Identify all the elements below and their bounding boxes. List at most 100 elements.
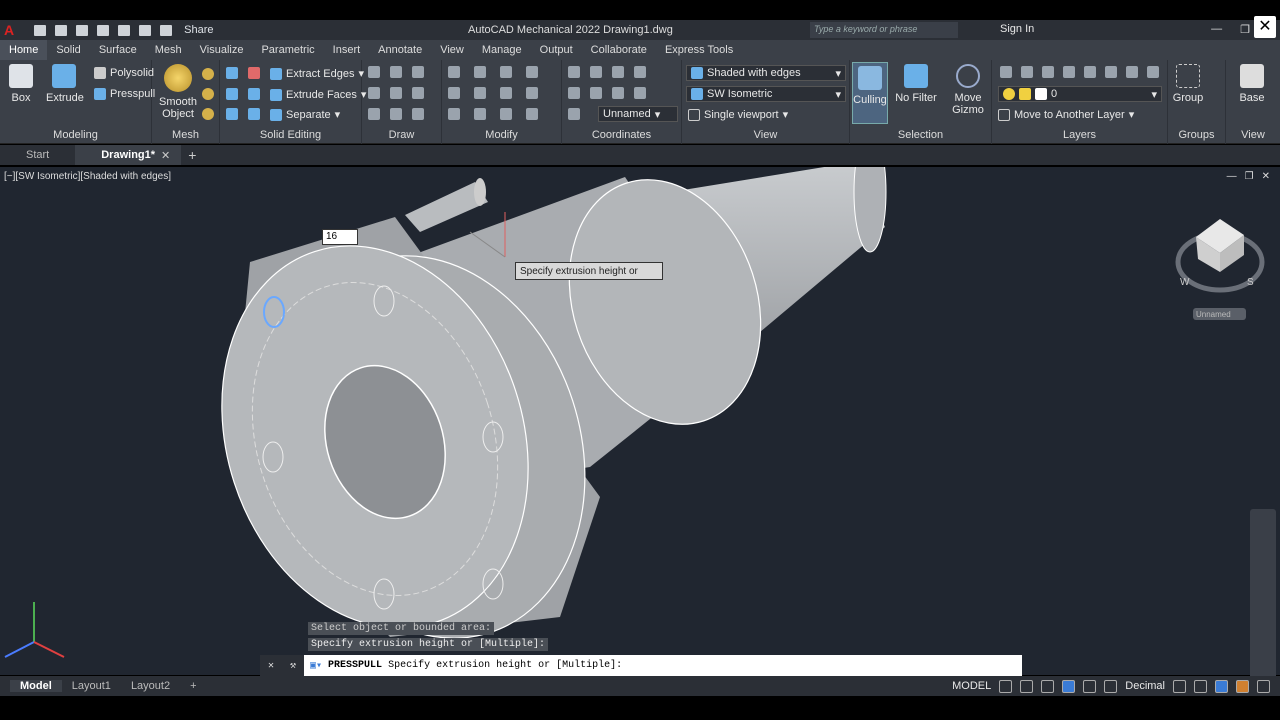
search-input[interactable]: Type a keyword or phrase: [810, 22, 958, 38]
groups-panel-title[interactable]: Groups: [1168, 129, 1225, 141]
draw-panel-title[interactable]: Draw: [362, 129, 441, 141]
model-3d-view[interactable]: W S Unnamed: [0, 167, 1280, 675]
layer-off-icon[interactable]: [1021, 66, 1033, 78]
drawing-viewport[interactable]: [−][SW Isometric][Shaded with edges] — ❐…: [0, 167, 1280, 679]
new-file-icon[interactable]: [34, 24, 47, 36]
ucs-icon-toggle[interactable]: [568, 108, 580, 120]
view-dropdown[interactable]: SW Isometric ▾: [686, 86, 846, 102]
units-dropdown[interactable]: Decimal: [1125, 680, 1165, 692]
clean-screen-icon[interactable]: [1236, 679, 1249, 693]
save-as-icon[interactable]: [97, 24, 110, 36]
ribbon-tab-annotate[interactable]: Annotate: [369, 44, 431, 56]
command-line[interactable]: ✕ ⚒ ▣▾ PRESSPULL Specify extrusion height…: [260, 655, 1022, 676]
extract-edges-button[interactable]: Extract Edges ▾: [270, 67, 364, 80]
coordinates-panel-title[interactable]: Coordinates: [562, 129, 681, 141]
ribbon-tab-express-tools[interactable]: Express Tools: [656, 44, 742, 56]
culling-button[interactable]: Culling: [852, 62, 888, 124]
smooth-object-button[interactable]: Smooth Object: [158, 64, 198, 120]
array-icon[interactable]: [448, 87, 460, 99]
close-icon[interactable]: ✕: [1254, 16, 1276, 38]
viewcube[interactable]: W S: [1175, 219, 1265, 293]
ucs-dropdown[interactable]: Unnamed ▾: [598, 106, 678, 122]
extrude-button[interactable]: Extrude: [46, 64, 84, 104]
ribbon-tab-manage[interactable]: Manage: [473, 44, 531, 56]
ribbon-tab-home[interactable]: Home: [0, 40, 48, 60]
polysolid-button[interactable]: Polysolid: [94, 67, 154, 79]
layer-dropdown[interactable]: 0 ▾: [998, 86, 1162, 102]
modify-panel-title[interactable]: Modify: [442, 129, 561, 141]
snap-icon[interactable]: [1020, 679, 1034, 693]
arc-icon[interactable]: [412, 66, 424, 78]
annotation-icon[interactable]: [1173, 679, 1186, 693]
layer-isolate-icon[interactable]: [1042, 66, 1054, 78]
mesh-uncrease-icon[interactable]: [202, 108, 214, 120]
restore-icon[interactable]: ❐: [1240, 23, 1250, 36]
union-icon[interactable]: [226, 67, 238, 79]
layer-thaw-icon[interactable]: [1147, 66, 1159, 78]
no-filter-button[interactable]: No Filter: [894, 64, 938, 104]
modeling-panel-title[interactable]: Modeling: [0, 129, 151, 141]
thicken-icon[interactable]: [248, 108, 260, 120]
isolate-icon[interactable]: [1194, 679, 1207, 693]
add-layout-icon[interactable]: +: [180, 680, 206, 692]
move-gizmo-button[interactable]: Move Gizmo: [948, 64, 988, 116]
navigation-bar[interactable]: [1250, 509, 1276, 679]
solid-editing-panel-title[interactable]: Solid Editing: [220, 129, 361, 141]
viewport-config-button[interactable]: Single viewport ▾: [688, 108, 788, 121]
line-icon[interactable]: [368, 66, 380, 78]
base-button[interactable]: Base: [1236, 64, 1268, 104]
slice-icon[interactable]: [226, 108, 238, 120]
customize-icon[interactable]: [1257, 679, 1270, 693]
view-panel-title[interactable]: View: [682, 129, 849, 141]
save-icon[interactable]: [76, 24, 89, 36]
undo-icon[interactable]: [139, 24, 152, 36]
dynamic-input-field[interactable]: 16: [322, 229, 358, 245]
share-button[interactable]: Share: [184, 24, 213, 36]
ellipse-icon[interactable]: [412, 108, 424, 120]
separate-button[interactable]: Separate ▾: [270, 108, 340, 121]
erase-icon[interactable]: [474, 108, 486, 120]
scale-icon[interactable]: [526, 66, 538, 78]
model-space-button[interactable]: MODEL: [952, 680, 991, 692]
rotate-icon[interactable]: [474, 66, 486, 78]
new-tab-icon[interactable]: +: [188, 147, 196, 163]
sign-in-button[interactable]: Sign In: [1000, 23, 1034, 35]
redo-icon[interactable]: [160, 24, 173, 36]
subtract-icon[interactable]: [248, 67, 260, 79]
ribbon-tab-visualize[interactable]: Visualize: [191, 44, 253, 56]
close-tab-icon[interactable]: ✕: [161, 149, 170, 162]
mesh-crease-icon[interactable]: [202, 88, 214, 100]
hardware-accel-icon[interactable]: [1215, 679, 1228, 693]
layer-properties-icon[interactable]: [1000, 66, 1012, 78]
close-cmd-icon[interactable]: ✕: [268, 660, 274, 672]
spline-icon[interactable]: [368, 87, 380, 99]
layer-lock-icon[interactable]: [1084, 66, 1096, 78]
autocad-logo-icon[interactable]: A: [4, 22, 14, 38]
rectangle-icon[interactable]: [390, 108, 402, 120]
ribbon-tab-insert[interactable]: Insert: [324, 44, 370, 56]
trim-icon[interactable]: [500, 66, 512, 78]
ucs-x-icon[interactable]: [568, 87, 580, 99]
ucs-view-icon[interactable]: [634, 66, 646, 78]
ribbon-tab-collaborate[interactable]: Collaborate: [582, 44, 656, 56]
interfere-icon[interactable]: [248, 88, 260, 100]
mesh-panel-title[interactable]: Mesh: [152, 129, 219, 141]
move-to-layer-button[interactable]: Move to Another Layer ▾: [998, 108, 1134, 121]
ucs-origin-icon[interactable]: [590, 66, 602, 78]
ucs-world-icon[interactable]: [568, 66, 580, 78]
plot-icon[interactable]: [118, 24, 131, 36]
customize-cmd-icon[interactable]: ⚒: [290, 660, 296, 672]
extrude-faces-button[interactable]: Extrude Faces ▾: [270, 88, 366, 101]
ribbon-tab-mesh[interactable]: Mesh: [146, 44, 191, 56]
copy-icon[interactable]: [474, 87, 486, 99]
mirror-icon[interactable]: [500, 87, 512, 99]
intersect-icon[interactable]: [226, 88, 238, 100]
open-file-icon[interactable]: [55, 24, 68, 36]
layout2-tab[interactable]: Layout2: [121, 680, 180, 692]
workspace-gear-icon[interactable]: [1104, 679, 1118, 693]
ortho-icon[interactable]: [1041, 679, 1055, 693]
recent-commands-icon[interactable]: ▣▾: [310, 660, 322, 672]
ribbon-tab-parametric[interactable]: Parametric: [252, 44, 323, 56]
circle-icon[interactable]: [390, 87, 402, 99]
hatch-icon[interactable]: [412, 87, 424, 99]
